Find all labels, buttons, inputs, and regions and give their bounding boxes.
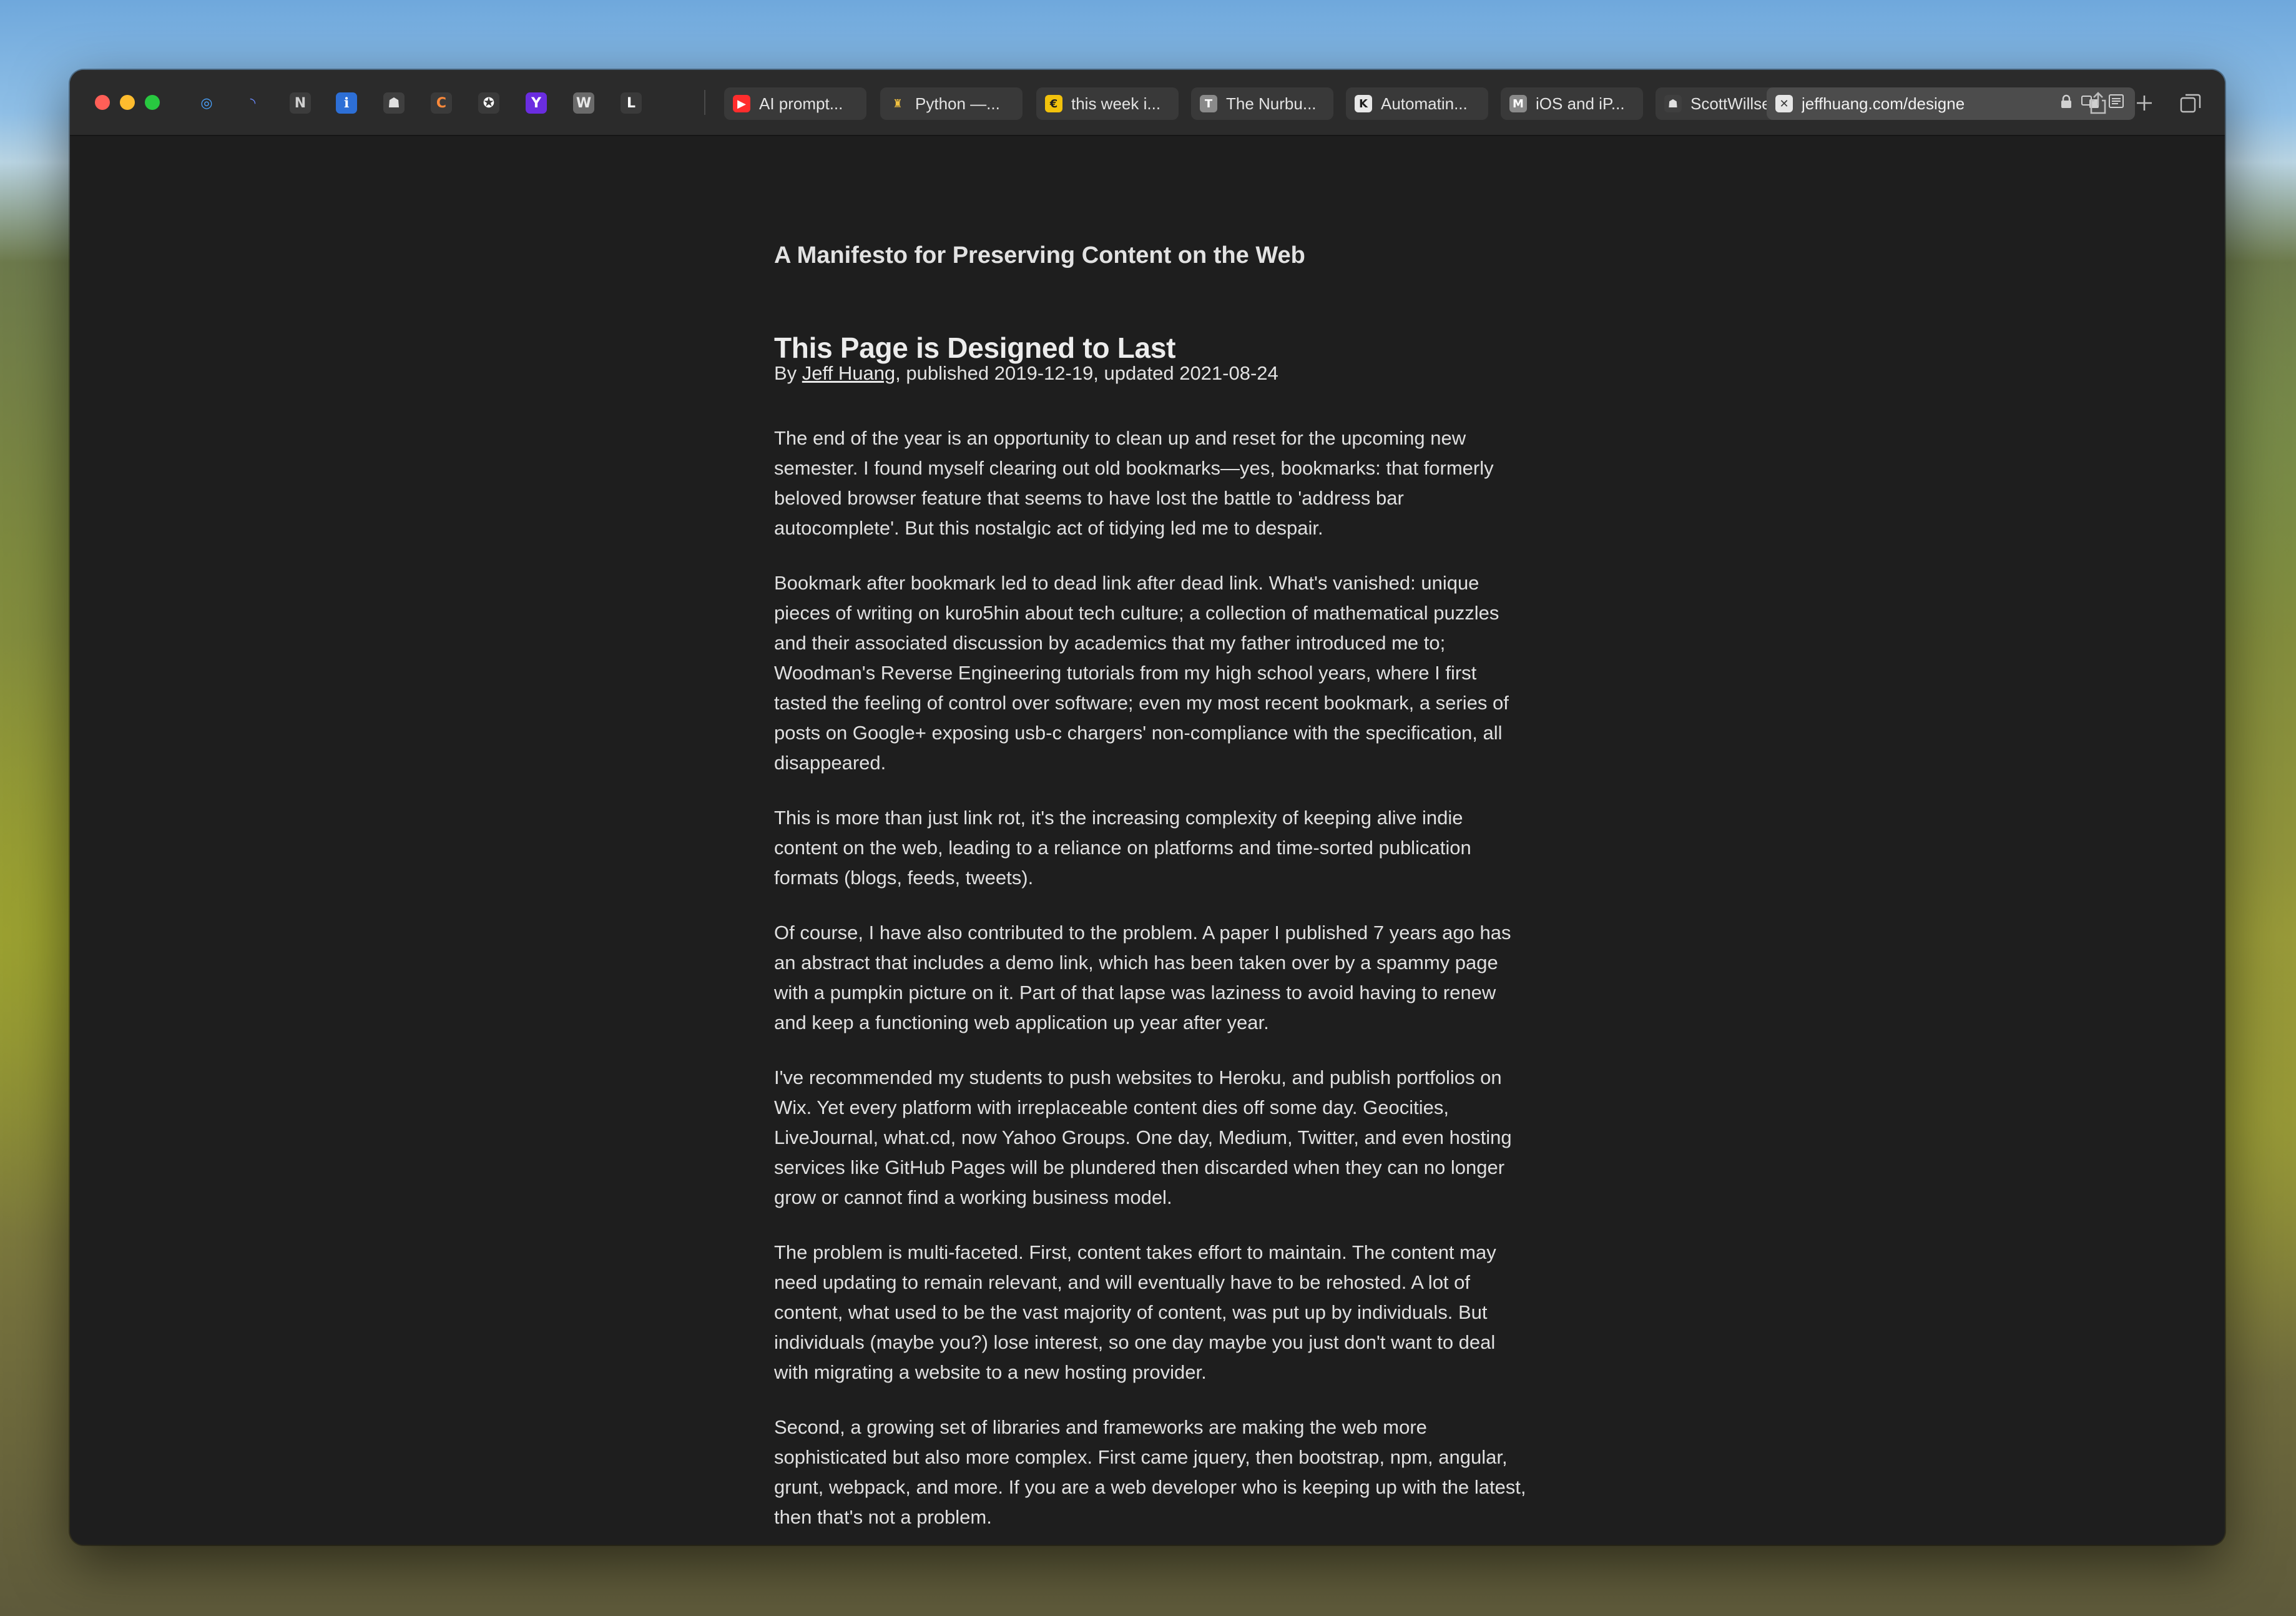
byline: By Jeff Huang, published 2019-12-19, upd… [774, 362, 1278, 385]
page-title: This Page is Designed to Last [774, 332, 1176, 364]
paragraph: I've recommended my students to push web… [774, 1067, 1512, 1208]
lock-icon [2060, 94, 2073, 114]
portrait-icon: ☗ [1664, 95, 1682, 112]
article-body: The end of the year is an opportunity to… [774, 423, 1531, 1545]
share-icon [2090, 92, 2106, 114]
paragraph: Second, a growing set of libraries and f… [774, 1416, 1526, 1528]
favorite-button[interactable]: ✪ [474, 89, 503, 117]
tab[interactable]: K Automatin... [1346, 87, 1488, 120]
tab-title: iOS and iP... [1536, 94, 1625, 113]
star-badge-icon: ✪ [478, 92, 499, 114]
minimize-window-button[interactable] [120, 95, 135, 110]
w-letter-icon: W [573, 92, 594, 114]
tab-title: The Nurbu... [1226, 94, 1317, 113]
t-letter-icon: T [1200, 95, 1217, 112]
tab[interactable]: MiOS and iP... [1501, 87, 1643, 120]
zoom-window-button[interactable] [145, 95, 160, 110]
tab-title: ScottWillsey [1690, 94, 1779, 113]
paragraph: The problem is multi-faceted. First, con… [774, 1241, 1496, 1383]
tab[interactable]: ▶ AI prompt... [724, 87, 866, 120]
favorite-button[interactable]: N [286, 89, 315, 117]
toolbar-divider [704, 90, 705, 115]
tab[interactable]: T The Nurbu... [1191, 87, 1333, 120]
browser-toolbar: ◎ ◝ Nℹ ☗ C ✪ Y W L ▶ AI prompt... ♜ Python —... € thi… [70, 70, 2225, 136]
color-app-icon: C [431, 92, 452, 114]
close-tab-icon[interactable]: ✕ [1775, 95, 1793, 112]
favorite-button[interactable]: ◎ [192, 89, 221, 117]
euro-news-icon: € [1045, 95, 1062, 112]
k-letter-icon: K [1355, 95, 1372, 112]
close-window-button[interactable] [95, 95, 110, 110]
page-viewport[interactable]: A Manifesto for Preserving Content on th… [70, 136, 2225, 1545]
favorite-button[interactable]: ☗ [380, 89, 408, 117]
yahoo-icon: Y [526, 92, 547, 114]
paragraph: Bookmark after bookmark led to dead link… [774, 572, 1509, 774]
youtube-icon: ▶ [733, 95, 750, 112]
favorite-button[interactable]: ℹ [332, 89, 361, 117]
favorite-button[interactable]: W [569, 89, 598, 117]
byline-dates: , published 2019-12-19, updated 2021-08-… [895, 362, 1278, 384]
byline-prefix: By [774, 362, 802, 384]
plus-icon [2137, 96, 2152, 111]
lz-letter-icon: L [621, 92, 642, 114]
tab-title: this week i... [1071, 94, 1161, 113]
notion-icon: N [290, 92, 311, 114]
tab-title: Automatin... [1381, 94, 1468, 113]
browser-window: ◎ ◝ Nℹ ☗ C ✪ Y W L ▶ AI prompt... ♜ Python —... € thi… [70, 70, 2225, 1545]
favorite-button[interactable]: ◝ [238, 89, 267, 117]
reader-ring-icon: ◎ [200, 95, 213, 111]
portrait-icon: ☗ [383, 92, 405, 114]
favorite-button[interactable]: C [427, 89, 456, 117]
tab-active[interactable]: ✕ jeffhuang.com/designe [1767, 87, 2135, 120]
paragraph: The end of the year is an opportunity to… [774, 427, 1494, 539]
tab-overview-icon [2180, 94, 2201, 113]
tab[interactable]: € this week i... [1036, 87, 1179, 120]
favorite-button[interactable]: Y [522, 89, 551, 117]
site-title: A Manifesto for Preserving Content on th… [774, 242, 1305, 269]
author-link[interactable]: Jeff Huang [802, 362, 895, 384]
share-button[interactable] [2084, 89, 2112, 117]
address-bar-url[interactable]: jeffhuang.com/designe [1802, 94, 1964, 114]
tab-title: Python —... [915, 94, 1000, 113]
paragraph: Of course, I have also contributed to th… [774, 922, 1511, 1033]
info-globe-icon: ℹ [336, 92, 357, 114]
tab[interactable]: ♜ Python —... [880, 87, 1023, 120]
paragraph: This is more than just link rot, it's th… [774, 807, 1471, 889]
tab-title: AI prompt... [759, 94, 843, 113]
rss-icon: ◝ [250, 95, 256, 111]
new-tab-button[interactable] [2130, 89, 2159, 117]
tab-overview-button[interactable] [2176, 89, 2205, 117]
python-bottle-icon: ♜ [892, 97, 903, 111]
favorite-button[interactable]: L [617, 89, 645, 117]
m-letter-icon: M [1509, 95, 1527, 112]
